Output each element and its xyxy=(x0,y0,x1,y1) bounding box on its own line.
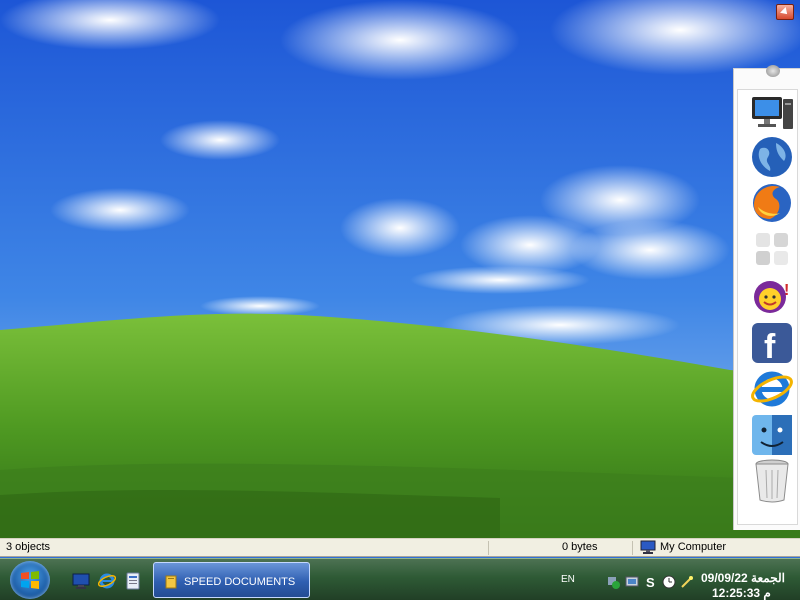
document-quicklaunch-icon[interactable] xyxy=(124,572,142,590)
desktop-wallpaper xyxy=(0,0,800,540)
facebook-icon[interactable]: f xyxy=(749,320,795,366)
status-divider xyxy=(488,541,489,555)
explorer-status-bar: 3 objects 0 bytes My Computer xyxy=(0,538,800,557)
bliss-wallpaper xyxy=(0,0,800,540)
computer-icon[interactable] xyxy=(749,90,795,136)
status-object-count: 3 objects xyxy=(6,541,51,553)
status-size: 0 bytes xyxy=(562,541,598,553)
status-divider xyxy=(632,541,633,555)
svg-text:!: ! xyxy=(784,282,789,299)
show-desktop-icon[interactable] xyxy=(72,572,90,590)
clock-date[interactable]: الجمعة 09/09/22 xyxy=(701,571,785,585)
firefox-icon[interactable] xyxy=(749,180,795,226)
start-button[interactable] xyxy=(10,561,50,599)
svg-text:f: f xyxy=(764,328,776,364)
language-indicator[interactable]: EN xyxy=(561,574,575,585)
trash-icon[interactable] xyxy=(749,458,795,504)
app-dock: ! f xyxy=(733,65,800,530)
taskbar-button-speed-documents[interactable]: SPEED DOCUMENTS xyxy=(153,562,310,598)
safely-remove-hardware-icon[interactable] xyxy=(606,575,620,589)
taskbar-button-label: SPEED DOCUMENTS xyxy=(184,576,296,588)
taskbar: SPEED DOCUMENTS EN S الجمعة 09/09/22 م 1… xyxy=(0,558,800,600)
close-icon[interactable] xyxy=(776,4,794,20)
magic-wand-icon[interactable] xyxy=(680,575,694,589)
puzzle-icon[interactable] xyxy=(749,226,795,272)
dock-panel: ! f xyxy=(737,89,798,525)
finder-icon[interactable] xyxy=(749,412,795,458)
dock-knob-icon[interactable] xyxy=(766,65,780,77)
network-icon[interactable] xyxy=(625,575,639,589)
internet-explorer-icon[interactable] xyxy=(749,366,795,412)
my-computer-icon xyxy=(640,540,656,554)
clock-tray-icon[interactable] xyxy=(662,575,676,589)
globe-icon[interactable] xyxy=(749,134,795,180)
yahoo-messenger-icon[interactable]: ! xyxy=(749,272,795,318)
folder-icon xyxy=(165,575,177,589)
speed-app-tray-icon[interactable]: S xyxy=(644,575,658,590)
status-location: My Computer xyxy=(660,541,727,553)
internet-explorer-quicklaunch-icon[interactable] xyxy=(97,572,117,590)
svg-text:S: S xyxy=(646,575,655,589)
windows-logo-icon xyxy=(21,571,39,589)
clock-time[interactable]: م 12:25:33 xyxy=(712,586,771,600)
